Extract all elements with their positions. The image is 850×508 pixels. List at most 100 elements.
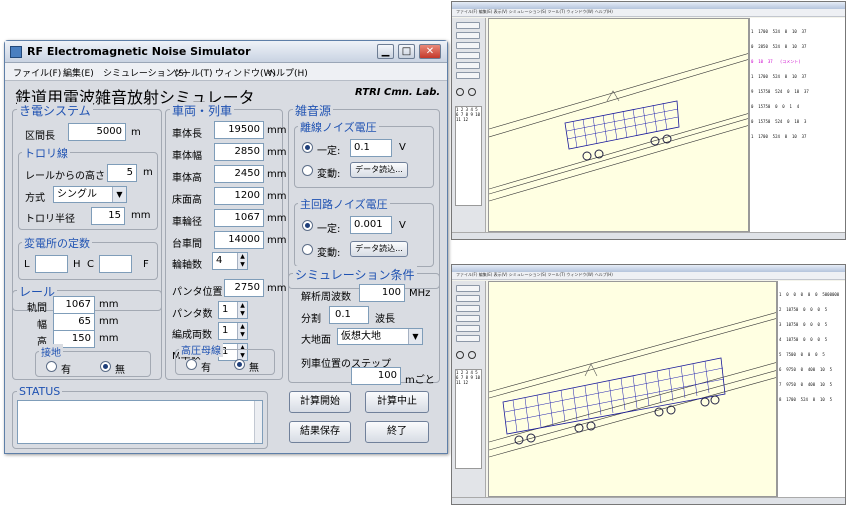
mini-tool-button[interactable]: [456, 335, 480, 342]
mini-tool-button[interactable]: [456, 285, 480, 292]
mini-tool-button[interactable]: [456, 62, 480, 69]
vehicle-length-label: 車体長: [172, 129, 202, 140]
ground-plane-select[interactable]: 仮想大地 ▼: [337, 328, 423, 345]
mini-data-text: 1 1700 524 0 10 37 0 2850 524 0 10 37 0 …: [749, 18, 845, 232]
arc-constant-input[interactable]: 0.1: [350, 139, 392, 157]
noise-source-group: 雑音源 離線ノイズ電圧 一定: 0.1 V 変動: データ読込... 主回路ノイ…: [288, 102, 440, 289]
mini-tool-panel: 1 2 3 4 5 6 7 8 9 10 11 12: [452, 18, 486, 232]
main-circuit-load-data-button[interactable]: データ読込...: [350, 241, 408, 257]
main-circuit-constant-input[interactable]: 0.001: [350, 216, 392, 234]
save-results-button[interactable]: 結果保存: [289, 421, 351, 443]
close-button[interactable]: ✕: [419, 44, 441, 59]
zoom-out-icon[interactable]: [468, 351, 476, 359]
arc-variable-radio[interactable]: [302, 165, 313, 176]
mini-tool-button[interactable]: [456, 72, 480, 79]
zoom-out-icon[interactable]: [468, 88, 476, 96]
mini-tool-button[interactable]: [456, 22, 480, 29]
arc-constant-label: 一定:: [317, 146, 341, 157]
floor-height-input[interactable]: 1200: [214, 187, 264, 205]
division-input[interactable]: 0.1: [329, 306, 369, 324]
division-unit: 波長: [375, 314, 395, 325]
bogie-distance-unit: mm: [267, 235, 287, 246]
mini-tool-button[interactable]: [456, 315, 480, 322]
menu-tools[interactable]: ツール(T): [173, 66, 213, 79]
substation-l-input[interactable]: [35, 255, 68, 273]
pantograph-count-spinner[interactable]: 1 ▲ ▼: [218, 301, 248, 319]
trolley-method-value: シングル: [57, 189, 97, 200]
status-textarea[interactable]: [17, 400, 263, 444]
spinner-arrows-icon[interactable]: ▲ ▼: [237, 302, 247, 318]
status-scrollbar[interactable]: [254, 401, 262, 443]
data-line: 1 1700 524 0 10 37: [751, 74, 807, 79]
step-input[interactable]: 100: [351, 367, 401, 385]
zoom-icon[interactable]: [456, 351, 464, 359]
exit-button[interactable]: 終了: [365, 421, 429, 443]
vehicle-length-input[interactable]: 19500: [214, 121, 264, 139]
maximize-button[interactable]: □: [398, 44, 415, 59]
substation-c-input[interactable]: [99, 255, 132, 273]
rail-ground-yes-radio[interactable]: [46, 361, 57, 372]
spinner-arrows-icon[interactable]: ▲ ▼: [237, 253, 247, 269]
pantograph-position-input[interactable]: 2750: [224, 279, 264, 297]
ground-plane-label: 大地面: [301, 335, 331, 346]
section-length-input[interactable]: 5000: [68, 123, 126, 141]
mini-tool-button[interactable]: [456, 305, 480, 312]
window-title: RF Electromagnetic Noise Simulator: [27, 45, 251, 58]
rail-ground-no-radio[interactable]: [100, 361, 111, 372]
mini-element-list[interactable]: 1 2 3 4 5 6 7 8 9 10 11 12: [455, 106, 482, 206]
model-canvas-bottom[interactable]: [488, 281, 777, 497]
stop-calculation-button[interactable]: 計算中止: [365, 391, 429, 413]
zoom-icon[interactable]: [456, 88, 464, 96]
arc-load-data-button[interactable]: データ読込...: [350, 162, 408, 178]
analysis-frequency-unit: MHz: [409, 288, 431, 299]
mini-menu-bar: ファイル(F) 編集(E) 表示(V) シミュレーション(S) ツール(T) ウ…: [452, 9, 845, 17]
analysis-frequency-input[interactable]: 100: [359, 284, 405, 302]
rail-gauge-input[interactable]: 1067: [53, 296, 95, 314]
wheel-diameter-input[interactable]: 1067: [214, 209, 264, 227]
arc-constant-radio[interactable]: [302, 142, 313, 153]
axle-count-spinner[interactable]: 4 ▲ ▼: [212, 252, 248, 270]
mini-element-list[interactable]: 1 2 3 4 5 6 7 8 9 10 11 12: [455, 369, 482, 469]
vehicle-width-input[interactable]: 2850: [214, 143, 264, 161]
bogie-distance-input[interactable]: 14000: [214, 231, 264, 249]
menu-edit[interactable]: 編集(E): [63, 66, 94, 79]
mini-title-bar: [452, 2, 845, 9]
start-calculation-button[interactable]: 計算開始: [289, 391, 351, 413]
data-line: 4 10750 0 0 0 5: [779, 337, 828, 342]
hv-bus-no-radio[interactable]: [234, 359, 245, 370]
main-circuit-noise-group: 主回路ノイズ電圧 一定: 0.001 V 変動: データ読込...: [294, 196, 434, 267]
main-circuit-constant-radio[interactable]: [302, 220, 313, 231]
mini-tool-button[interactable]: [456, 325, 480, 332]
rail-title: レール: [17, 283, 58, 300]
menu-help[interactable]: ヘルプ(H): [267, 66, 308, 79]
minimize-button[interactable]: ▁: [377, 44, 394, 59]
substation-f-label: F: [143, 259, 149, 270]
main-circuit-variable-radio[interactable]: [302, 244, 313, 255]
trolley-height-input[interactable]: 5: [107, 164, 137, 182]
vehicle-length-unit: mm: [267, 125, 287, 136]
spinner-arrows-icon[interactable]: ▲ ▼: [237, 323, 247, 339]
pantograph-position-unit: mm: [267, 283, 287, 294]
model-canvas-top[interactable]: [488, 18, 749, 232]
trolley-radius-input[interactable]: 15: [91, 207, 125, 225]
menu-file[interactable]: ファイル(F): [13, 66, 61, 79]
mini-tool-button[interactable]: [456, 295, 480, 302]
mini-tool-button[interactable]: [456, 52, 480, 59]
trolley-method-select[interactable]: シングル ▼: [53, 186, 127, 203]
title-bar[interactable]: RF Electromagnetic Noise Simulator ▁ □ ✕: [5, 41, 447, 63]
mini-menu-text: ファイル(F) 編集(E) 表示(V) シミュレーション(S) ツール(T) ウ…: [456, 9, 613, 14]
ground-plane-value: 仮想大地: [341, 331, 381, 342]
chevron-down-icon[interactable]: ▼: [408, 329, 422, 344]
hv-bus-yes-radio[interactable]: [186, 359, 197, 370]
car-count-spinner[interactable]: 1 ▲ ▼: [218, 322, 248, 340]
mini-tool-button[interactable]: [456, 32, 480, 39]
rail-ground-title: 接地: [39, 344, 63, 359]
axle-count-label: 輪軸数: [172, 260, 202, 271]
noise-source-title: 雑音源: [293, 102, 334, 119]
rail-height-unit: mm: [99, 333, 119, 344]
vehicle-height-input[interactable]: 2450: [214, 165, 264, 183]
chevron-down-icon[interactable]: ▼: [112, 187, 126, 202]
rail-width-input[interactable]: 65: [53, 313, 95, 331]
mini-tool-button[interactable]: [456, 42, 480, 49]
trolley-method-label: 方式: [25, 193, 45, 204]
